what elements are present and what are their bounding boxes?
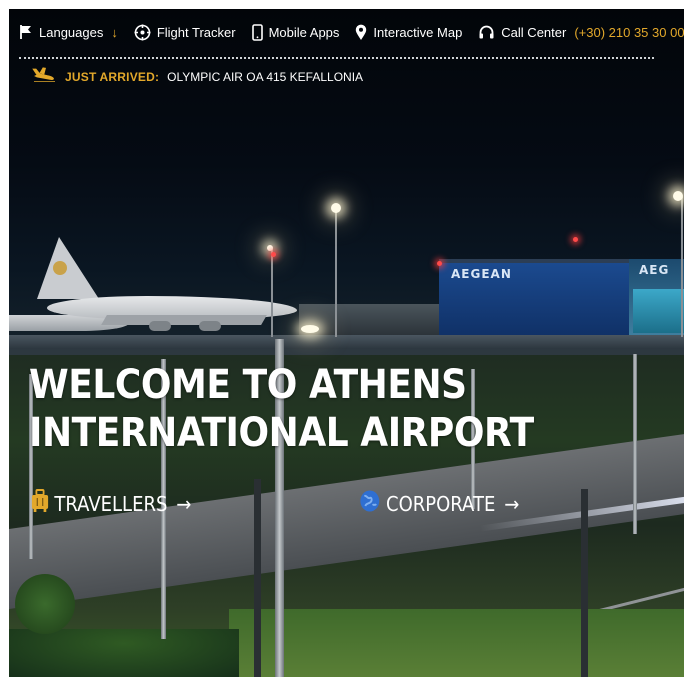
- foreground-grass: [229, 609, 684, 677]
- crosshair-icon: [134, 24, 151, 41]
- apron: [9, 335, 684, 349]
- apron-light: [301, 325, 319, 333]
- interactive-map-link[interactable]: Interactive Map: [355, 24, 462, 41]
- languages-menu[interactable]: Languages ↓: [19, 24, 118, 40]
- floodlight: [331, 203, 341, 213]
- interactive-map-label: Interactive Map: [373, 24, 463, 40]
- hero-section: AEGEAN AEG Languages ↓ Flight Tracker Mo…: [9, 9, 684, 677]
- hangar-glass: [633, 289, 684, 333]
- flag-icon: [19, 24, 33, 40]
- hero-title-line-1: WELCOME TO ATHENS: [29, 362, 467, 408]
- suitcase-icon: [31, 489, 49, 518]
- hangar-sign: AEGEAN: [451, 267, 512, 281]
- aircraft-engine: [149, 321, 171, 331]
- travellers-label: TRAVELLERS: [54, 491, 168, 516]
- airplane-landing-icon: [31, 67, 57, 86]
- light-mast: [271, 249, 273, 337]
- top-navigation: Languages ↓ Flight Tracker Mobile Apps I…: [19, 9, 684, 55]
- catenary-pole: [254, 479, 261, 677]
- arrow-down-icon: ↓: [111, 24, 118, 40]
- aircraft-tail: [37, 237, 99, 299]
- catenary-pole: [581, 489, 588, 677]
- map-pin-icon: [355, 24, 367, 41]
- aegean-hangar: AEGEAN: [439, 259, 629, 341]
- aircraft-wing: [101, 315, 267, 325]
- languages-label: Languages: [39, 24, 104, 40]
- aircraft-logo: [53, 261, 67, 275]
- hero-title: WELCOME TO ATHENS INTERNATIONAL AIRPORT: [29, 361, 534, 457]
- mobile-apps-label: Mobile Apps: [268, 24, 340, 40]
- red-beacon: [271, 252, 276, 257]
- tree: [15, 574, 75, 634]
- arrow-right-icon: →: [504, 491, 520, 516]
- airport-fence: [9, 349, 684, 355]
- call-center-label: Call Center: [501, 24, 567, 40]
- aegean-hangar-2: AEG: [629, 259, 684, 337]
- aircraft-engine: [199, 321, 221, 331]
- hedge: [9, 629, 239, 677]
- nav-divider: [19, 57, 654, 59]
- mobile-phone-icon: [251, 23, 263, 41]
- red-beacon: [437, 261, 442, 266]
- lamp-pole: [633, 354, 637, 534]
- floodlight: [673, 191, 683, 201]
- flight-tracker-link[interactable]: Flight Tracker: [134, 24, 236, 41]
- ticker-label: JUST ARRIVED:: [65, 69, 160, 84]
- light-mast: [335, 209, 337, 337]
- flight-tracker-label: Flight Tracker: [156, 24, 236, 40]
- globe-icon: [359, 489, 381, 518]
- red-beacon: [573, 237, 578, 242]
- just-arrived-ticker[interactable]: JUST ARRIVED: OLYMPIC AIR OA 415 KEFALLO…: [31, 67, 363, 86]
- background-photo: AEGEAN AEG: [9, 9, 684, 677]
- ticker-text: OLYMPIC AIR OA 415 KEFALLONIA: [167, 69, 364, 84]
- travellers-link[interactable]: TRAVELLERS →: [31, 489, 191, 518]
- corporate-label: CORPORATE: [386, 491, 496, 516]
- corporate-link[interactable]: CORPORATE →: [359, 489, 519, 518]
- call-center-phone[interactable]: (+30) 210 35 30 000: [574, 25, 684, 40]
- hangar-sign-2: AEG: [639, 263, 670, 277]
- light-mast: [681, 197, 683, 337]
- call-center-link[interactable]: Call Center (+30) 210 35 30 000: [478, 24, 684, 41]
- hero-title-line-2: INTERNATIONAL AIRPORT: [29, 410, 534, 456]
- headset-icon: [478, 24, 495, 41]
- floodlight: [267, 245, 273, 251]
- terminal-building: [299, 304, 439, 336]
- arrow-right-icon: →: [176, 491, 192, 516]
- mobile-apps-link[interactable]: Mobile Apps: [251, 23, 340, 41]
